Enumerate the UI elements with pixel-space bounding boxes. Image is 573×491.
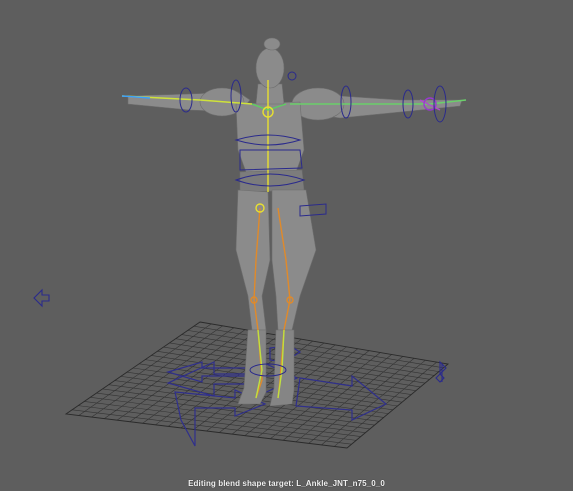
grid-line	[282, 354, 392, 441]
3d-viewport[interactable]: Editing blend shape target: L_Ankle_JNT_…	[0, 0, 573, 491]
grid-line	[72, 409, 352, 445]
viewport-status-message: Editing blend shape target: L_Ankle_JNT_…	[188, 479, 385, 488]
character-mesh[interactable]	[127, 37, 463, 407]
grid-line	[321, 359, 426, 446]
grid-line	[78, 405, 357, 441]
scene-canvas[interactable]	[0, 0, 573, 491]
move-arrow-icon-left[interactable]	[33, 288, 50, 308]
grid-line	[84, 401, 361, 437]
move-arrow-icon-right[interactable]	[435, 360, 447, 383]
grid-line	[308, 358, 415, 444]
grid-line	[90, 396, 366, 434]
grid-line	[96, 392, 370, 430]
grid-line	[102, 388, 375, 426]
grid-line	[295, 356, 404, 443]
